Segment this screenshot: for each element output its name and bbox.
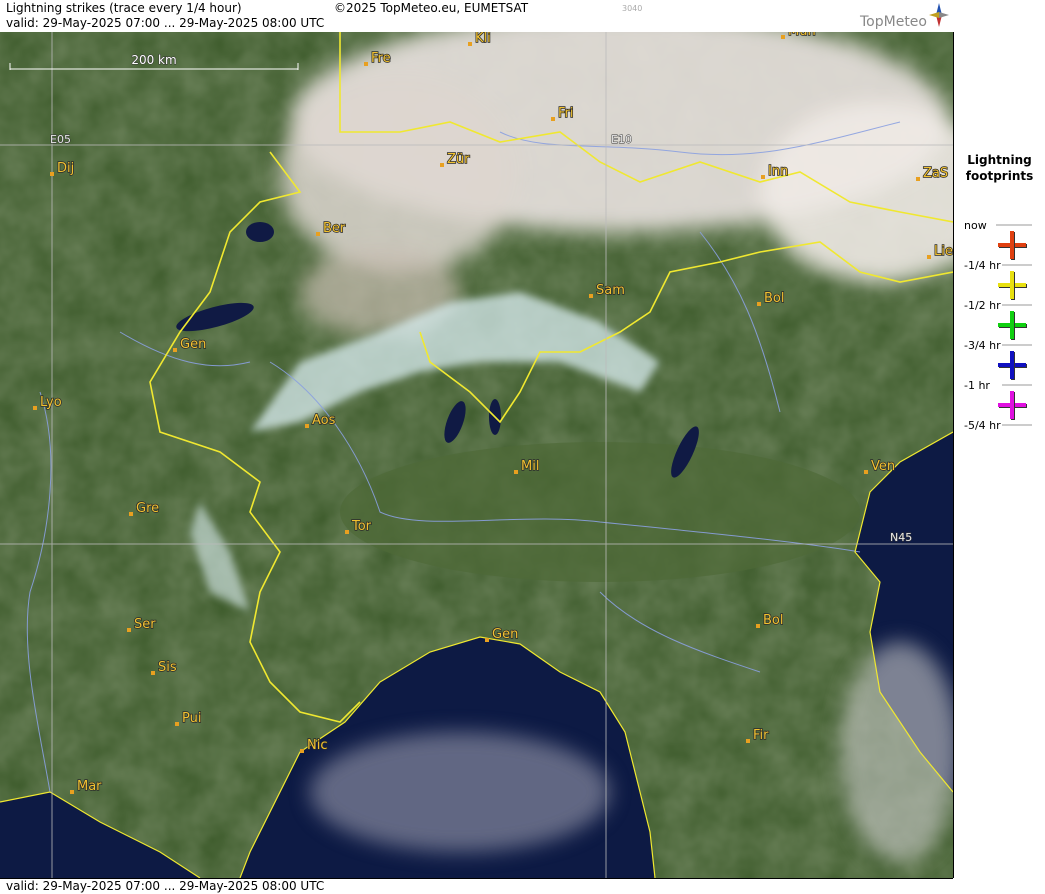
city-label: Tor — [351, 519, 372, 534]
grid-label-n45: N45 — [890, 531, 912, 544]
city-label: Aos — [312, 413, 336, 428]
city-label: Fre — [371, 51, 391, 66]
city-dot — [300, 749, 304, 753]
legend-panel: Lightning footprints now -1/4 hr -1/2 hr -3… — [954, 0, 1045, 893]
city-label: Lie — [934, 244, 953, 259]
city-dot — [50, 172, 54, 176]
city-label: Dij — [57, 161, 74, 176]
city-dot — [864, 470, 868, 474]
legend-label: -1/2 hr — [964, 299, 1001, 312]
legend-label: -5/4 hr — [964, 419, 1001, 432]
city-label: Fir — [753, 728, 769, 743]
city-dot — [173, 348, 177, 352]
city-dot — [364, 62, 368, 66]
city-dot — [927, 255, 931, 259]
map-title: Lightning strikes (trace every 1/4 hour) — [6, 1, 242, 15]
city-label: Bol — [764, 291, 784, 306]
po-valley — [340, 442, 860, 582]
city-label: Gre — [136, 501, 159, 516]
lightning-cross-icon — [998, 231, 1027, 260]
city-label: Lyo — [40, 395, 62, 410]
city-dot — [756, 624, 760, 628]
city-label: Mün — [788, 32, 816, 39]
city-label: Gen — [492, 627, 518, 642]
header-bar: Lightning strikes (trace every 1/4 hour)… — [0, 0, 953, 33]
scale-bar-label: 200 km — [131, 53, 176, 67]
city-label: Gen — [180, 337, 206, 352]
brand-logo-text: TopMeteo — [860, 14, 927, 30]
lightning-cross-icon — [998, 351, 1027, 380]
city-dot — [70, 790, 74, 794]
city-label: Bol — [763, 613, 783, 628]
legend-label: now — [964, 219, 987, 232]
grid-label-e10: E10 — [611, 133, 632, 146]
city-dot — [485, 638, 489, 642]
city-dot — [305, 424, 309, 428]
city-dot — [916, 177, 920, 181]
grid-label-e05: E05 — [50, 133, 71, 146]
city-label: Kli — [475, 32, 491, 46]
city-dot — [757, 302, 761, 306]
city-dot — [316, 232, 320, 236]
city-dot — [551, 117, 555, 121]
footer-bar: valid: 29-May-2025 07:00 ... 29-May-2025… — [0, 878, 953, 894]
compass-logo-icon — [929, 3, 949, 27]
city-label: Zür — [447, 152, 470, 167]
city-dot — [746, 739, 750, 743]
legend-label: -1 hr — [964, 379, 990, 392]
city-dot — [127, 628, 131, 632]
valid-time-bottom: valid: 29-May-2025 07:00 ... 29-May-2025… — [6, 879, 325, 893]
city-dot — [514, 470, 518, 474]
city-dot — [781, 35, 785, 39]
copyright-text: ©2025 TopMeteo.eu, EUMETSAT — [334, 1, 529, 15]
city-dot — [440, 163, 444, 167]
city-dot — [345, 530, 349, 534]
city-label: Inn — [768, 164, 788, 179]
legend-label: -3/4 hr — [964, 339, 1001, 352]
city-label: Mil — [521, 459, 539, 474]
city-label: Nic — [307, 738, 327, 753]
city-dot — [129, 512, 133, 516]
valid-time-top: valid: 29-May-2025 07:00 ... 29-May-2025… — [6, 16, 325, 30]
city-dot — [761, 175, 765, 179]
city-label: Sis — [158, 660, 177, 675]
lightning-cross-icon — [998, 271, 1027, 300]
city-dot — [151, 671, 155, 675]
city-label: Sam — [596, 283, 625, 298]
city-dot — [589, 294, 593, 298]
satellite-map[interactable]: E05 E10 N45 200 km Kli Mün Fre Fri Zür Inn ZaS… — [0, 32, 954, 878]
city-label: Ser — [134, 617, 156, 632]
city-label: Ber — [323, 221, 346, 236]
lightning-cross-icon — [998, 311, 1027, 340]
product-code: 3040 — [622, 4, 643, 13]
city-dot — [33, 406, 37, 410]
lightning-cross-icon — [998, 391, 1027, 420]
city-label: Ven — [871, 459, 895, 474]
city-label: Fri — [558, 106, 574, 121]
legend-label: -1/4 hr — [964, 259, 1001, 272]
city-label: Pui — [182, 711, 201, 726]
city-label: Mar — [77, 779, 102, 794]
city-dot — [175, 722, 179, 726]
city-dot — [468, 42, 472, 46]
city-label: ZaS — [923, 166, 948, 181]
